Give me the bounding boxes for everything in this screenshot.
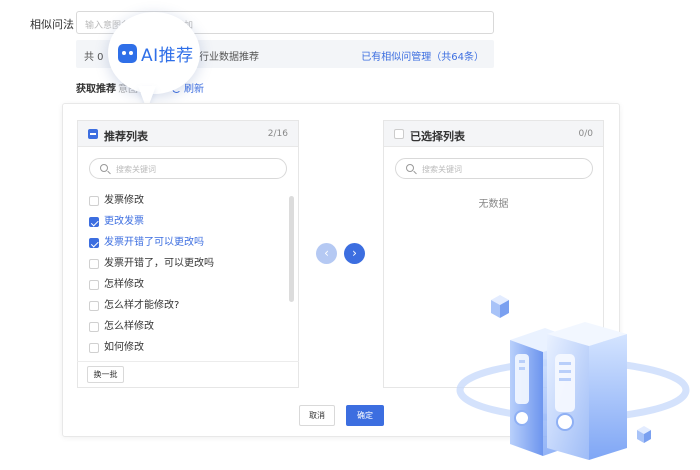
list-item[interactable]: 怎样修改: [89, 280, 289, 301]
selected-list-title: 已选择列表: [410, 130, 465, 143]
list-item-label: 如何修改: [104, 342, 144, 353]
recommend-count: 共 0: [84, 52, 104, 63]
robot-icon: [118, 44, 137, 63]
list-item[interactable]: 更改发票: [89, 217, 289, 238]
recommend-list: 发票修改更改发票发票开错了可以更改吗 发票开错了，可以更改吗 怎样修改怎么样才能修改…: [89, 196, 289, 364]
checkbox-icon[interactable]: [89, 343, 99, 353]
recommend-list-title: 推荐列表: [104, 130, 148, 143]
recommend-search-input[interactable]: 搜索关键词: [89, 158, 287, 179]
recommend-search-placeholder: 搜索关键词: [116, 165, 156, 174]
checkbox-icon[interactable]: [89, 280, 99, 290]
similar-questions-label: 相似问法: [30, 18, 74, 31]
refresh-label: 刷新: [184, 84, 204, 95]
selected-search-input[interactable]: 搜索关键词: [395, 158, 593, 179]
selected-search-placeholder: 搜索关键词: [422, 165, 462, 174]
list-item[interactable]: 发票修改: [89, 196, 289, 217]
list-item-label: 更改发票: [104, 216, 144, 227]
checkbox-icon[interactable]: [89, 301, 99, 311]
recommend-list-panel: 推荐列表 2/16 搜索关键词 发票修改更改发票发票开错了可以更改吗 发票开错了，…: [77, 120, 299, 388]
list-item-label: 怎么样修改: [104, 321, 154, 332]
list-item-label: 怎么样才能修改?: [104, 300, 180, 311]
list-item[interactable]: 怎么样修改: [89, 322, 289, 343]
fetch-recommend-label: 获取推荐: [76, 84, 116, 95]
floating-cube-icon: [491, 295, 509, 318]
search-icon: [406, 164, 414, 172]
selected-select-all-checkbox[interactable]: [394, 129, 404, 139]
list-item[interactable]: 发票开错了可以更改吗: [89, 238, 289, 259]
checkbox-icon[interactable]: [89, 196, 99, 206]
select-all-checkbox[interactable]: [88, 129, 98, 139]
list-item-label: 发票开错了可以更改吗: [104, 237, 204, 248]
selected-list-count: 0/0: [578, 129, 593, 139]
recommend-list-count: 2/16: [267, 129, 288, 139]
list-item[interactable]: 怎么样才能修改?: [89, 301, 289, 322]
list-item[interactable]: 发票开错了，可以更改吗: [89, 259, 289, 280]
checkbox-checked-icon[interactable]: [89, 217, 99, 227]
server-illustration: [456, 295, 690, 460]
floating-cube-small-icon: [637, 426, 651, 443]
manage-similar-link[interactable]: 已有相似问管理（共64条）: [361, 48, 484, 63]
empty-state-text: 无数据: [478, 199, 509, 210]
recommend-footer-divider: [77, 361, 299, 362]
recommend-list-header: 推荐列表 2/16: [78, 121, 298, 147]
checkbox-checked-icon[interactable]: [89, 238, 99, 248]
checkbox-icon[interactable]: [89, 259, 99, 269]
checkbox-icon[interactable]: [89, 322, 99, 332]
ai-recommend-label: AI推荐: [141, 46, 194, 66]
search-icon: [100, 164, 108, 172]
list-item-label: 发票修改: [104, 195, 144, 206]
confirm-button[interactable]: 确定: [346, 405, 384, 426]
list-item-label: 怎样修改: [104, 279, 144, 290]
selected-list-header: 已选择列表 0/0: [384, 121, 603, 147]
cancel-button[interactable]: 取消: [299, 405, 335, 426]
change-batch-button[interactable]: 换一批: [87, 366, 124, 383]
industry-recommend-text: 行业数据推荐: [199, 52, 259, 63]
list-item-label: 发票开错了，可以更改吗: [104, 258, 214, 269]
move-right-button[interactable]: ›: [344, 243, 365, 264]
recommend-list-scrollbar[interactable]: [289, 196, 294, 302]
move-left-button[interactable]: ‹: [316, 243, 337, 264]
